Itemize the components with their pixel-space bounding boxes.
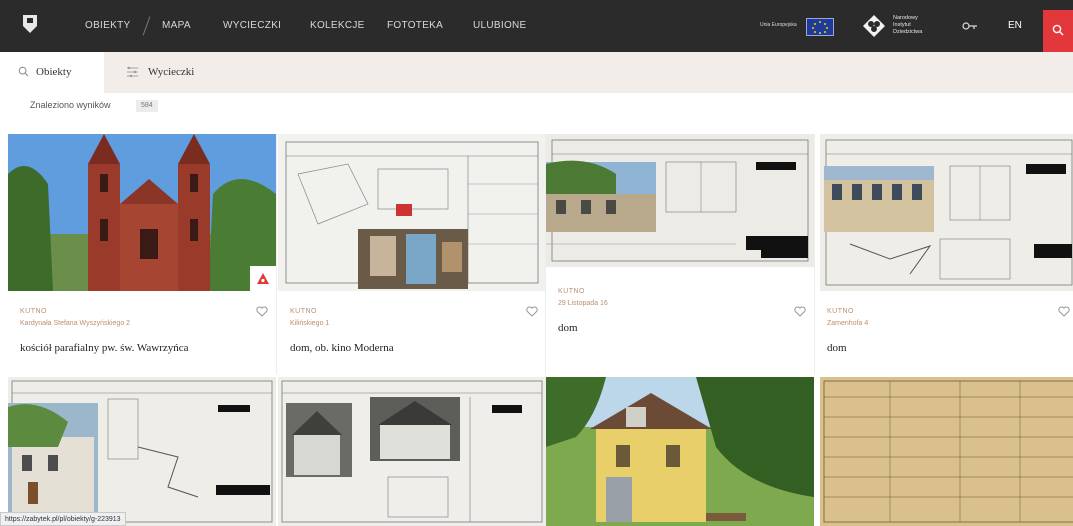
nav-kolekcje[interactable]: KOLEKCJE — [310, 0, 365, 52]
institute-name-line: Narodowy — [893, 15, 918, 21]
object-card[interactable]: KUTNO Zamenhofa 4 dom — [815, 134, 1073, 374]
object-card[interactable] — [278, 377, 546, 526]
heart-icon[interactable] — [526, 306, 538, 317]
heart-icon[interactable] — [794, 306, 806, 317]
card-divider — [276, 134, 277, 374]
search-icon — [1052, 24, 1064, 36]
card-street: Kardynała Stefana Wyszyńskiego 2 — [20, 320, 131, 327]
card-city: KUTNO — [827, 308, 854, 315]
object-photo — [8, 134, 276, 291]
card-title: dom — [827, 342, 847, 354]
object-photo — [546, 134, 814, 267]
route-icon — [127, 66, 138, 78]
heritage-badge — [250, 266, 276, 291]
card-title: kościół parafialny pw. św. Wawrzyńca — [20, 342, 189, 354]
object-photo — [8, 377, 276, 526]
search-button[interactable] — [1043, 10, 1073, 52]
object-card[interactable] — [8, 377, 276, 526]
nav-ulubione[interactable]: ULUBIONE — [473, 0, 527, 52]
object-photo — [820, 134, 1073, 291]
site-logo-icon[interactable] — [22, 14, 38, 34]
object-photo — [278, 377, 546, 526]
institute-name: Narodowy Instytut Dziedzictwa — [893, 15, 922, 36]
object-card[interactable] — [546, 377, 814, 526]
results-tabs: Obiekty Wycieczki — [0, 52, 1073, 93]
heart-icon[interactable] — [256, 306, 268, 317]
nav-fototeka[interactable]: FOTOTEKA — [387, 0, 443, 52]
top-navigation: OBIEKTY MAPA WYCIECZKI KOLEKCJE FOTOTEKA… — [0, 0, 1073, 52]
institute-name-line: Dziedzictwa — [893, 29, 923, 35]
institute-name-line: Instytut — [893, 22, 911, 28]
object-card[interactable]: KUTNO 29 Listopada 16 dom — [546, 134, 814, 374]
object-photo — [546, 377, 814, 526]
card-title: dom — [558, 322, 578, 334]
card-divider — [545, 134, 546, 374]
card-city: KUTNO — [20, 308, 47, 315]
eu-flag-icon — [806, 18, 834, 36]
institute-logo-icon[interactable] — [862, 14, 886, 38]
heritage-icon — [257, 273, 269, 284]
card-city: KUTNO — [290, 308, 317, 315]
object-card[interactable]: KUTNO Kardynała Stefana Wyszyńskiego 2 k… — [8, 134, 276, 374]
search-icon — [18, 66, 29, 77]
key-icon[interactable] — [962, 20, 978, 32]
object-photo — [820, 377, 1073, 526]
object-card[interactable]: KUTNO Kilińskiego 1 dom, ob. kino Modern… — [278, 134, 546, 374]
tab-label: Wycieczki — [148, 66, 195, 78]
tab-label: Obiekty — [36, 66, 72, 78]
language-switch[interactable]: EN — [1008, 0, 1022, 52]
card-city: KUTNO — [558, 288, 585, 295]
nav-wycieczki[interactable]: WYCIECZKI — [223, 0, 281, 52]
status-bar-url: https://zabytek.pl/pl/obiekty/g-223913 — [0, 512, 126, 526]
results-label: Znaleziono wyników — [30, 100, 111, 110]
nav-obiekty[interactable]: OBIEKTY — [85, 0, 130, 52]
nav-mapa[interactable]: MAPA — [162, 0, 191, 52]
object-photo — [278, 134, 546, 291]
tab-wycieczki[interactable]: Wycieczki — [104, 52, 214, 93]
tab-obiekty[interactable]: Obiekty — [0, 52, 104, 93]
nav-separator — [142, 16, 151, 36]
eu-label: Unia Europejska — [760, 22, 797, 28]
card-street: 29 Listopada 16 — [558, 300, 608, 307]
card-street: Kilińskiego 1 — [290, 320, 330, 327]
card-street: Zamenhofa 4 — [827, 320, 869, 327]
results-count-badge: 584 — [136, 100, 158, 112]
heart-icon[interactable] — [1058, 306, 1070, 317]
object-card[interactable] — [815, 377, 1073, 526]
card-divider — [814, 134, 815, 374]
card-title: dom, ob. kino Moderna — [290, 342, 394, 354]
